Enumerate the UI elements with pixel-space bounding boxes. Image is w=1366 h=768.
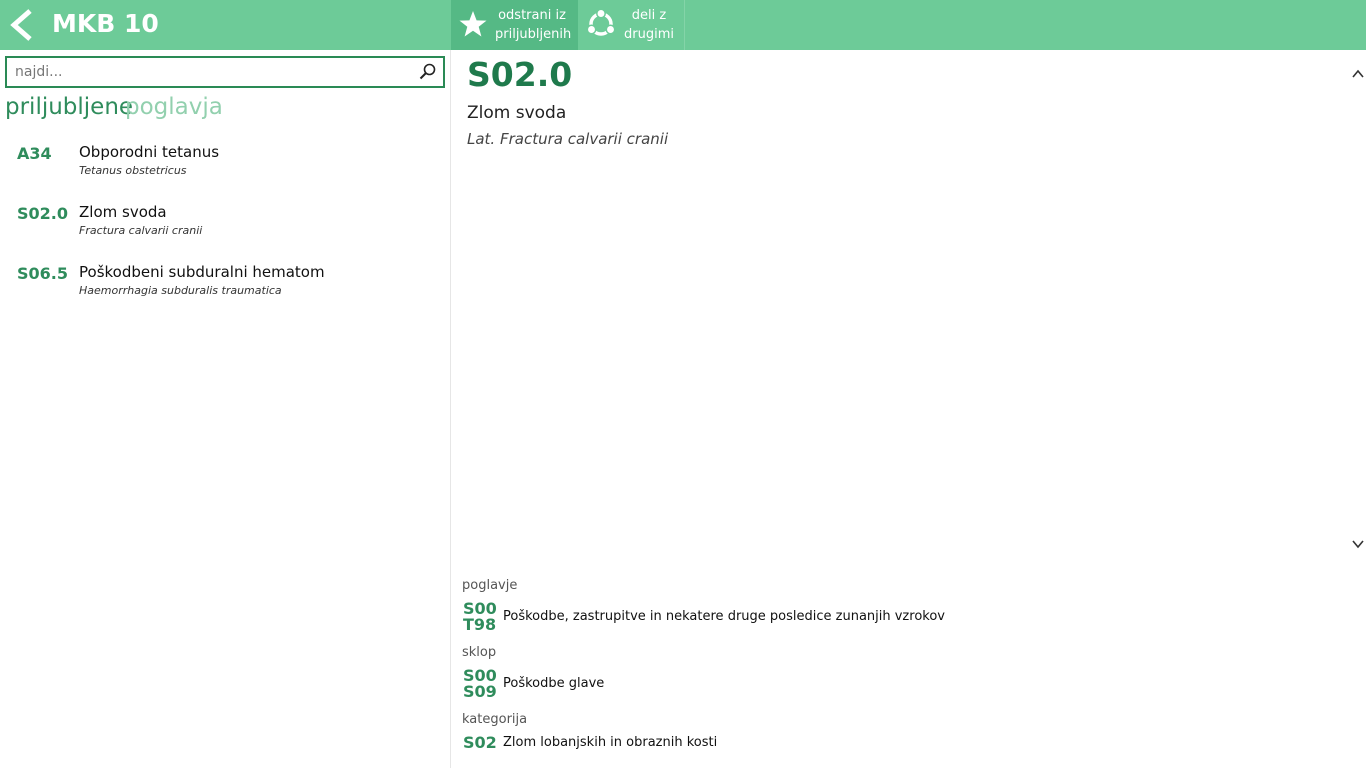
favorite-latin-name: Fractura calvarii cranii <box>79 224 203 237</box>
scroll-down-icon[interactable] <box>1351 535 1365 549</box>
favorite-item[interactable]: S02.0 Zlom svoda Fractura calvarii crani… <box>0 200 446 256</box>
search-icon[interactable] <box>419 63 436 80</box>
favorite-name: Obporodni tetanus <box>79 143 220 161</box>
remove-favorites-label-line1: odstrani iz <box>498 8 566 23</box>
app-bar: MKB 10 odstrani iz priljubljenih deli z … <box>0 0 1366 50</box>
scroll-up-icon[interactable] <box>1351 65 1365 78</box>
pane-divider <box>450 50 451 768</box>
detail-scrollbar[interactable] <box>1349 50 1366 563</box>
pivot-favorites[interactable]: priljubljene <box>5 94 133 120</box>
app-title: MKB 10 <box>52 9 159 38</box>
star-icon <box>458 9 488 43</box>
chapter-code-to: T98 <box>463 615 497 634</box>
favorite-code: A34 <box>17 144 52 163</box>
detail-latin-name: Lat. Fractura calvarii cranii <box>467 130 669 148</box>
category-description: Zlom lobanjskih in obraznih kosti <box>503 735 718 750</box>
favorite-item[interactable]: S06.5 Poškodbeni subduralni hematom Haem… <box>0 260 446 316</box>
block-description: Poškodbe glave <box>503 676 605 691</box>
search-box <box>5 56 445 88</box>
favorite-code: S02.0 <box>17 204 68 223</box>
favorite-name: Poškodbeni subduralni hematom <box>79 263 325 281</box>
favorites-pane: priljubljene poglavja A34 Obporodni teta… <box>0 50 450 768</box>
chapter-description: Poškodbe, zastrupitve in nekatere druge … <box>503 609 945 624</box>
favorite-name: Zlom svoda <box>79 203 167 221</box>
detail-code: S02.0 <box>467 55 573 94</box>
share-label-line1: deli z <box>631 8 667 23</box>
remove-from-favorites-button[interactable]: odstrani iz priljubljenih <box>451 0 578 50</box>
block-code-to: S09 <box>463 682 497 701</box>
chapter-label: poglavje <box>462 578 518 593</box>
share-button[interactable]: deli z drugimi <box>580 0 684 50</box>
share-label-line2: drugimi <box>624 27 674 42</box>
category-label: kategorija <box>462 712 528 727</box>
favorite-latin-name: Tetanus obstetricus <box>79 164 187 177</box>
back-button[interactable] <box>6 8 36 42</box>
back-arrow-icon <box>10 9 32 41</box>
favorite-code: S06.5 <box>17 264 68 283</box>
favorite-latin-name: Haemorrhagia subduralis traumatica <box>79 284 282 297</box>
category-code: S02 <box>463 733 497 752</box>
detail-name: Zlom svoda <box>467 103 567 123</box>
share-icon <box>586 8 618 45</box>
favorite-item[interactable]: A34 Obporodni tetanus Tetanus obstetricu… <box>0 140 446 196</box>
block-label: sklop <box>462 645 497 660</box>
search-input[interactable] <box>15 61 405 83</box>
command-separator <box>684 0 685 50</box>
pivot-chapters[interactable]: poglavja <box>125 94 223 120</box>
remove-favorites-label-line2: priljubljenih <box>495 27 572 42</box>
